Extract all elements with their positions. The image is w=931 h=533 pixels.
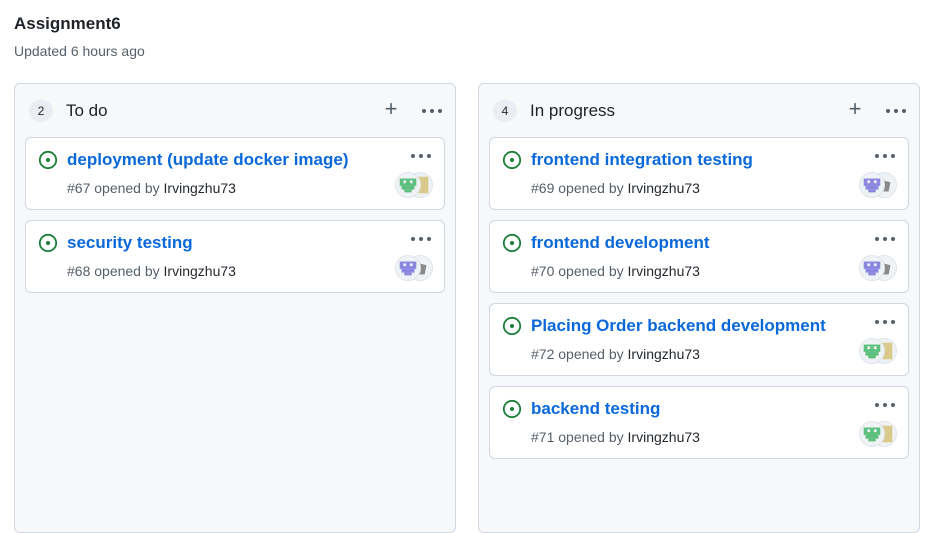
issue-number: #67 (67, 180, 91, 196)
author-name[interactable]: Irvingzhu73 (628, 346, 700, 362)
issue-title-link[interactable]: deployment (update docker image) (67, 149, 349, 171)
column-title: In progress (530, 101, 616, 120)
issue-title-link[interactable]: frontend integration testing (531, 149, 753, 171)
assignee-avatars[interactable] (859, 421, 899, 449)
card-menu-button[interactable] (408, 148, 434, 164)
card-menu-button[interactable] (872, 148, 898, 164)
assignee-avatars[interactable] (859, 172, 899, 200)
opened-by-label: opened by (94, 180, 160, 196)
column-menu-button[interactable] (883, 100, 909, 122)
issue-meta: #71 opened by Irvingzhu73 (531, 427, 700, 447)
column-header: 2 To do + (29, 98, 445, 124)
kebab-horizontal-icon (883, 100, 909, 122)
issue-card[interactable]: Placing Order backend development #72 op… (489, 303, 909, 376)
kebab-horizontal-icon (872, 397, 898, 413)
issue-meta: #70 opened by Irvingzhu73 (531, 261, 700, 281)
column-in-progress: 4 In progress + frontend integration tes… (478, 83, 920, 533)
assignee-avatars[interactable] (395, 255, 435, 283)
opened-by-label: opened by (558, 346, 624, 362)
project-title: Assignment6 (14, 14, 121, 33)
issue-number: #71 (531, 429, 555, 445)
assignee-avatars[interactable] (859, 338, 899, 366)
issue-opened-icon (502, 399, 522, 419)
opened-by-label: opened by (558, 180, 624, 196)
issue-opened-icon (38, 233, 58, 253)
opened-by-label: opened by (94, 263, 160, 279)
avatar (859, 421, 885, 447)
issue-meta: #69 opened by Irvingzhu73 (531, 178, 700, 198)
issue-card[interactable]: frontend integration testing #69 opened … (489, 137, 909, 210)
author-name[interactable]: Irvingzhu73 (164, 263, 236, 279)
assignee-avatars[interactable] (859, 255, 899, 283)
opened-by-label: opened by (558, 429, 624, 445)
avatar (859, 338, 885, 364)
opened-by-label: opened by (558, 263, 624, 279)
assignee-avatars[interactable] (395, 172, 435, 200)
card-menu-button[interactable] (408, 231, 434, 247)
issue-card[interactable]: backend testing #71 opened by Irvingzhu7… (489, 386, 909, 459)
add-card-button[interactable]: + (845, 98, 865, 122)
issue-opened-icon (502, 316, 522, 336)
avatar (395, 255, 421, 281)
add-card-button[interactable]: + (381, 98, 401, 122)
avatar (859, 255, 885, 281)
kebab-horizontal-icon (408, 148, 434, 164)
plus-icon: + (384, 96, 398, 121)
updated-timestamp: Updated 6 hours ago (14, 43, 145, 59)
author-name[interactable]: Irvingzhu73 (164, 180, 236, 196)
issue-number: #72 (531, 346, 555, 362)
kebab-horizontal-icon (872, 148, 898, 164)
issue-card[interactable]: security testing #68 opened by Irvingzhu… (25, 220, 445, 293)
column-menu-button[interactable] (419, 100, 445, 122)
author-name[interactable]: Irvingzhu73 (628, 429, 700, 445)
column-card-count: 4 (493, 100, 517, 122)
issue-opened-icon (38, 150, 58, 170)
kebab-horizontal-icon (872, 314, 898, 330)
issue-meta: #68 opened by Irvingzhu73 (67, 261, 236, 281)
author-name[interactable]: Irvingzhu73 (628, 180, 700, 196)
kebab-horizontal-icon (419, 100, 445, 122)
issue-number: #69 (531, 180, 555, 196)
column-to-do: 2 To do + deployment (update docker imag… (14, 83, 456, 533)
card-list: deployment (update docker image) #67 ope… (25, 137, 445, 303)
kebab-horizontal-icon (408, 231, 434, 247)
project-header: Assignment6 Updated 6 hours ago (14, 12, 145, 61)
card-list: frontend integration testing #69 opened … (489, 137, 909, 469)
issue-title-link[interactable]: Placing Order backend development (531, 315, 826, 337)
issue-card[interactable]: frontend development #70 opened by Irvin… (489, 220, 909, 293)
card-menu-button[interactable] (872, 397, 898, 413)
column-title: To do (66, 101, 108, 120)
kebab-horizontal-icon (872, 231, 898, 247)
issue-number: #70 (531, 263, 555, 279)
issue-number: #68 (67, 263, 91, 279)
issue-meta: #67 opened by Irvingzhu73 (67, 178, 236, 198)
issue-card[interactable]: deployment (update docker image) #67 ope… (25, 137, 445, 210)
column-card-count: 2 (29, 100, 53, 122)
author-name[interactable]: Irvingzhu73 (628, 263, 700, 279)
card-menu-button[interactable] (872, 231, 898, 247)
card-menu-button[interactable] (872, 314, 898, 330)
issue-opened-icon (502, 233, 522, 253)
issue-opened-icon (502, 150, 522, 170)
avatar (395, 172, 421, 198)
issue-title-link[interactable]: backend testing (531, 398, 660, 420)
issue-title-link[interactable]: security testing (67, 232, 193, 254)
issue-title-link[interactable]: frontend development (531, 232, 710, 254)
issue-meta: #72 opened by Irvingzhu73 (531, 344, 700, 364)
avatar (859, 172, 885, 198)
plus-icon: + (848, 96, 862, 121)
column-header: 4 In progress + (493, 98, 909, 124)
